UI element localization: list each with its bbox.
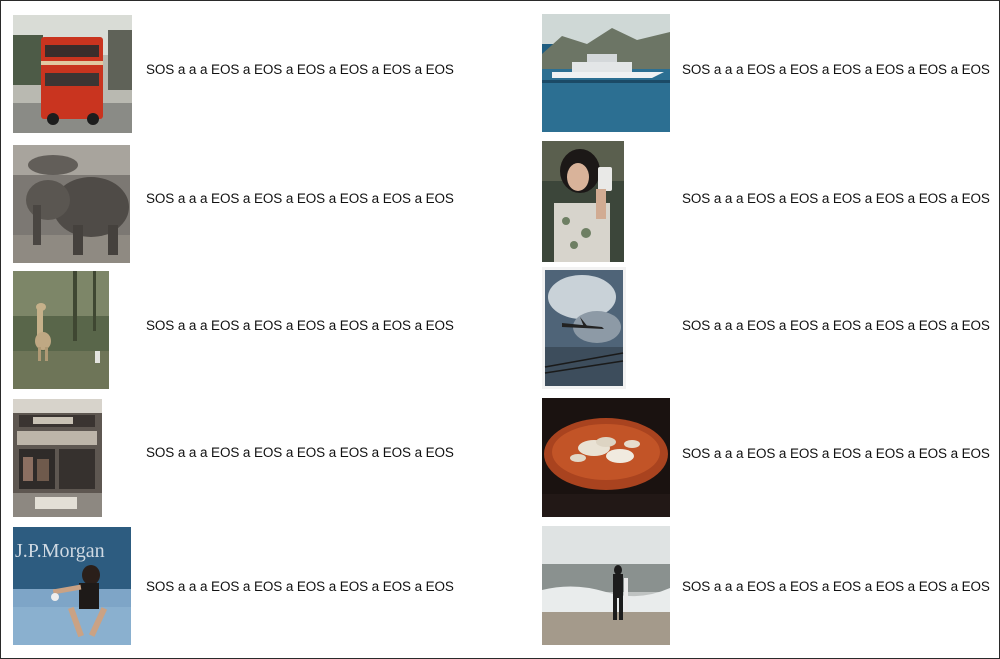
yacht-harbor-photo [542, 14, 670, 132]
caption: SOS a a a EOS a EOS a EOS a EOS a EOS a … [146, 318, 454, 333]
results-grid: SOS a a a EOS a EOS a EOS a EOS a EOS a … [0, 0, 1000, 659]
pizza-photo [542, 398, 670, 517]
tennis-player-photo: J.P.Morgan [13, 527, 131, 645]
caption: SOS a a a EOS a EOS a EOS a EOS a EOS a … [146, 62, 454, 77]
caption: SOS a a a EOS a EOS a EOS a EOS a EOS a … [146, 191, 454, 206]
double-decker-bus-photo [13, 15, 132, 133]
airplane-sky-photo [542, 267, 626, 389]
sign-text: J.P.Morgan [15, 540, 105, 562]
caption: SOS a a a EOS a EOS a EOS a EOS a EOS a … [682, 62, 990, 77]
caption: SOS a a a EOS a EOS a EOS a EOS a EOS a … [682, 191, 990, 206]
elephants-photo [13, 145, 130, 263]
caption: SOS a a a EOS a EOS a EOS a EOS a EOS a … [682, 579, 990, 594]
caption: SOS a a a EOS a EOS a EOS a EOS a EOS a … [146, 579, 454, 594]
woman-phone-photo [542, 141, 624, 262]
caption: SOS a a a EOS a EOS a EOS a EOS a EOS a … [682, 446, 990, 461]
surfer-beach-photo [542, 526, 670, 645]
giraffe-photo [13, 271, 109, 389]
caption: SOS a a a EOS a EOS a EOS a EOS a EOS a … [682, 318, 990, 333]
storefront-photo [13, 399, 102, 517]
caption: SOS a a a EOS a EOS a EOS a EOS a EOS a … [146, 445, 454, 460]
